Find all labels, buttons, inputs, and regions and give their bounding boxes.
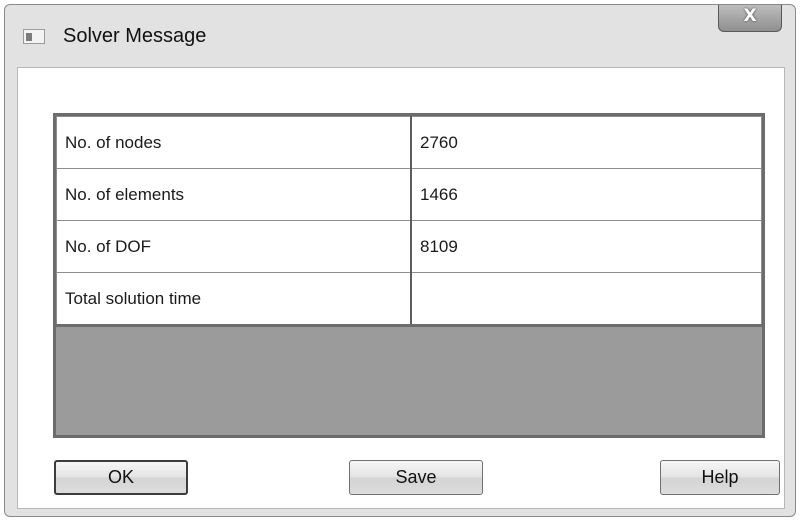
row-value: 8109 (410, 220, 762, 273)
help-button[interactable]: Help (660, 460, 780, 495)
row-label: No. of elements (56, 168, 412, 221)
table-row: No. of nodes 2760 (56, 116, 762, 169)
close-icon: X (743, 6, 757, 26)
ok-button[interactable]: OK (54, 460, 188, 495)
table-row: No. of DOF 8109 (56, 220, 762, 273)
row-label: No. of nodes (56, 116, 412, 169)
app-icon (23, 29, 45, 44)
row-value (410, 272, 762, 327)
title-bar[interactable]: Solver Message X (5, 5, 795, 65)
results-grid: No. of nodes 2760 No. of elements 1466 N… (53, 113, 765, 438)
close-button[interactable]: X (718, 5, 782, 32)
row-value: 1466 (410, 168, 762, 221)
row-value: 2760 (410, 116, 762, 169)
table-row: Total solution time (56, 272, 762, 327)
solver-message-window: Solver Message X No. of nodes 2760 No. o… (4, 4, 796, 517)
dialog-body: No. of nodes 2760 No. of elements 1466 N… (17, 67, 785, 509)
results-table: No. of nodes 2760 No. of elements 1466 N… (56, 116, 762, 327)
window-title: Solver Message (63, 25, 207, 47)
row-label: Total solution time (56, 272, 412, 327)
save-button[interactable]: Save (349, 460, 483, 495)
table-row: No. of elements 1466 (56, 168, 762, 221)
row-label: No. of DOF (56, 220, 412, 273)
